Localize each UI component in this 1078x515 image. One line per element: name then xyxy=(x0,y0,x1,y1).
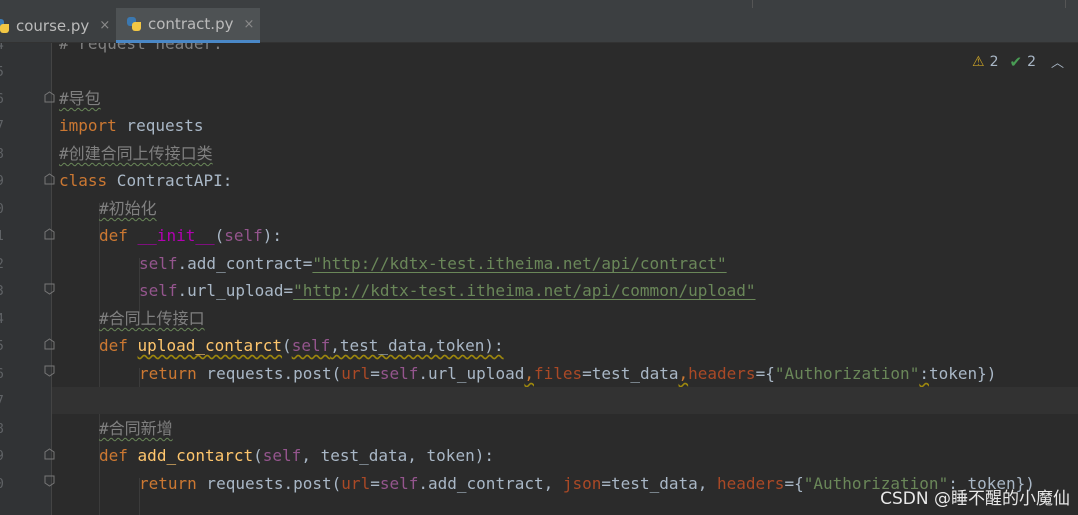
line-number-gutter: 4 5 6 7 8 9 0 1 2 3 4 5 6 7 8 9 0 xyxy=(0,43,55,515)
code-line: self.add_contract="http://kdtx-test.ithe… xyxy=(139,254,727,273)
line-number: 5 xyxy=(0,65,10,80)
code-editor[interactable]: 4 5 6 7 8 9 0 1 2 3 4 5 6 7 8 9 0 ⚠ 2 ✔ … xyxy=(0,43,1078,515)
fold-start-icon[interactable] xyxy=(44,228,55,240)
line-number: 8 xyxy=(0,147,10,162)
close-icon[interactable]: × xyxy=(99,18,110,33)
tab-course-py[interactable]: course.py × xyxy=(0,8,112,43)
line-number: 4 xyxy=(0,43,10,53)
line-number: 9 xyxy=(0,449,10,464)
code-line: #导包 xyxy=(59,89,101,108)
code-line: #创建合同上传接口类 xyxy=(59,144,213,163)
line-number: 0 xyxy=(0,477,10,492)
line-number: 7 xyxy=(0,394,10,409)
line-number: 8 xyxy=(0,422,10,437)
tab-contract-py[interactable]: contract.py × xyxy=(116,8,260,43)
python-file-icon xyxy=(0,18,10,34)
fold-end-icon[interactable] xyxy=(44,475,55,487)
line-number: 5 xyxy=(0,339,10,354)
fold-start-icon[interactable] xyxy=(44,448,55,460)
code-line: #合同新增 xyxy=(99,419,173,438)
close-icon[interactable]: × xyxy=(243,17,254,32)
code-line: def upload_contarct(self,test_data,token… xyxy=(99,336,504,355)
code-line: class ContractAPI: xyxy=(59,171,233,190)
toolbar-divider xyxy=(752,0,753,8)
code-line: # request header: xyxy=(59,43,223,53)
fold-end-icon[interactable] xyxy=(44,283,55,295)
line-number: 6 xyxy=(0,367,10,382)
current-line xyxy=(52,387,1078,414)
fold-start-icon[interactable] xyxy=(44,173,55,185)
code-line: def add_contarct(self, test_data, token)… xyxy=(99,446,494,465)
line-number: 7 xyxy=(0,119,10,134)
line-number: 4 xyxy=(0,312,10,327)
code-line: import requests xyxy=(59,116,204,135)
watermark-text: CSDN @睡不醒的小魔仙 xyxy=(880,489,1070,509)
fold-end-icon[interactable] xyxy=(44,365,55,377)
line-number: 2 xyxy=(0,257,10,272)
line-number: 3 xyxy=(0,284,10,299)
line-number: 1 xyxy=(0,229,10,244)
line-number: 9 xyxy=(0,174,10,189)
code-content[interactable]: # request header: #导包 import requests #创… xyxy=(52,43,1078,515)
editor-tab-bar: course.py × contract.py × xyxy=(0,0,1078,43)
code-line: def __init__(self): xyxy=(99,226,283,245)
code-line: #合同上传接口 xyxy=(99,309,205,328)
code-line: self.url_upload="http://kdtx-test.itheim… xyxy=(139,281,756,300)
python-file-icon xyxy=(126,16,142,32)
code-line: return requests.post(url=self.url_upload… xyxy=(139,364,997,383)
fold-start-icon[interactable] xyxy=(44,338,55,350)
line-number: 6 xyxy=(0,92,10,107)
code-line: #初始化 xyxy=(99,199,157,218)
toolbar-divider xyxy=(1065,0,1066,8)
tab-label: course.py xyxy=(16,16,90,35)
line-number: 0 xyxy=(0,202,10,217)
tab-label: contract.py xyxy=(148,15,234,33)
fold-start-icon[interactable] xyxy=(44,91,55,103)
